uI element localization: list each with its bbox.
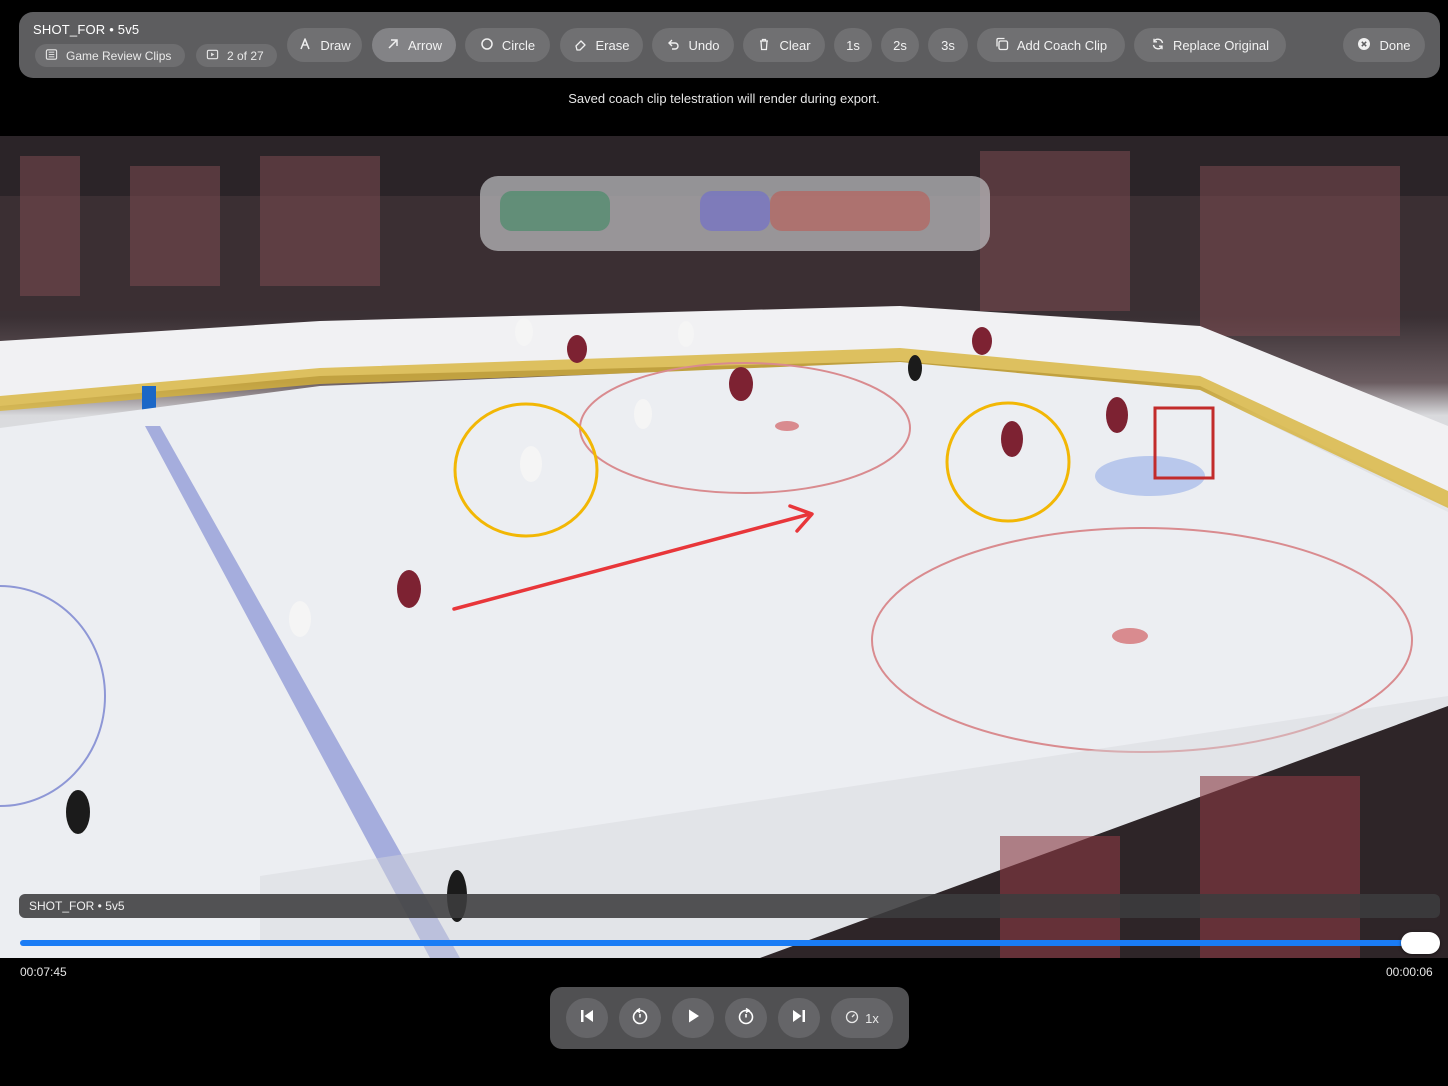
clip-position-chip: 2 of 27 xyxy=(196,44,277,67)
rewind-timer-icon xyxy=(630,1006,650,1031)
clip-title: SHOT_FOR • 5v5 xyxy=(33,22,140,37)
pen-tip-icon xyxy=(298,37,312,54)
video-frame-icon xyxy=(206,48,219,64)
playback-speed-button[interactable]: 1x xyxy=(831,998,893,1038)
refresh-icon xyxy=(1151,37,1165,54)
add-coach-clip-label: Add Coach Clip xyxy=(1016,37,1108,53)
play-button[interactable] xyxy=(672,998,714,1038)
diagonal-arrow-icon xyxy=(386,37,400,54)
undo-label: Undo xyxy=(688,37,720,53)
undo-button[interactable]: Undo xyxy=(652,28,734,62)
forward-timer-icon xyxy=(736,1006,756,1031)
duration-1s-label: 1s xyxy=(846,37,860,53)
timeline-scrubber-handle[interactable] xyxy=(1401,932,1440,954)
close-circle-icon xyxy=(1357,37,1371,54)
circle-outline-icon xyxy=(480,37,494,54)
done-label: Done xyxy=(1379,37,1411,53)
clear-button[interactable]: Clear xyxy=(743,28,825,62)
skip-back-icon xyxy=(577,1006,597,1031)
clear-label: Clear xyxy=(779,37,811,53)
done-button[interactable]: Done xyxy=(1343,28,1425,62)
export-notice: Saved coach clip telestration will rende… xyxy=(568,91,880,106)
playback-controls: 1x xyxy=(550,987,909,1049)
undo-arrow-icon xyxy=(666,37,680,54)
duration-3s-button[interactable]: 3s xyxy=(928,28,968,62)
copy-stack-icon xyxy=(995,37,1009,54)
draw-tool-label: Draw xyxy=(320,37,351,53)
duration-3s-label: 3s xyxy=(941,37,955,53)
annotation-toolbar: SHOT_FOR • 5v5 Game Review Clips 2 of 27… xyxy=(19,12,1440,78)
erase-tool-button[interactable]: Erase xyxy=(560,28,643,62)
clip-info-label: SHOT_FOR • 5v5 xyxy=(29,899,125,913)
current-time: 00:07:45 xyxy=(20,965,67,979)
previous-clip-button[interactable] xyxy=(566,998,608,1038)
skip-forward-icon xyxy=(789,1006,809,1031)
erase-tool-label: Erase xyxy=(595,37,630,53)
circle-tool-label: Circle xyxy=(501,37,536,53)
arrow-tool-button[interactable]: Arrow xyxy=(372,28,456,62)
video-viewport[interactable]: SHOT_FOR • 5v5 xyxy=(0,136,1448,958)
replace-original-label: Replace Original xyxy=(1172,37,1270,53)
hockey-rink-frame xyxy=(0,136,1448,958)
arrow-tool-label: Arrow xyxy=(408,37,442,53)
trash-icon xyxy=(757,37,771,54)
draw-tool-button[interactable]: Draw xyxy=(287,28,362,62)
timeline-scrubber-track[interactable] xyxy=(20,940,1420,946)
clip-position-label: 2 of 27 xyxy=(227,48,264,63)
film-stack-icon xyxy=(45,48,58,64)
eraser-icon xyxy=(574,37,588,54)
circle-tool-button[interactable]: Circle xyxy=(465,28,550,62)
rewind-button[interactable] xyxy=(619,998,661,1038)
playback-speed-label: 1x xyxy=(865,1010,879,1026)
next-clip-button[interactable] xyxy=(778,998,820,1038)
duration-2s-button[interactable]: 2s xyxy=(881,28,919,62)
collection-chip-label: Game Review Clips xyxy=(66,48,172,63)
add-coach-clip-button[interactable]: Add Coach Clip xyxy=(977,28,1125,62)
fast-forward-button[interactable] xyxy=(725,998,767,1038)
replace-original-button[interactable]: Replace Original xyxy=(1134,28,1286,62)
duration-2s-label: 2s xyxy=(893,37,907,53)
clip-info-bar: SHOT_FOR • 5v5 xyxy=(19,894,1440,918)
collection-chip[interactable]: Game Review Clips xyxy=(35,44,185,67)
remaining-time: 00:00:06 xyxy=(1386,965,1433,979)
speed-gauge-icon xyxy=(845,1010,859,1027)
duration-1s-button[interactable]: 1s xyxy=(834,28,872,62)
play-icon xyxy=(683,1006,703,1031)
